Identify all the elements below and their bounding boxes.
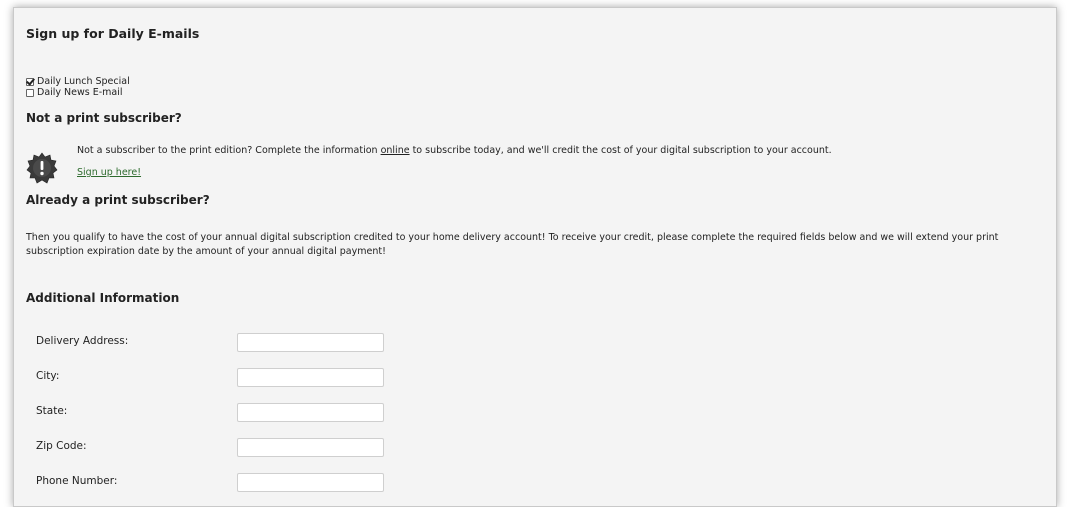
- checkbox-label: Daily Lunch Special: [37, 76, 130, 87]
- phone-number-label: Phone Number:: [36, 475, 118, 487]
- not-subscriber-heading: Not a print subscriber?: [26, 111, 182, 125]
- signup-link-row: Sign up here!: [77, 167, 141, 178]
- sign-up-link[interactable]: Sign up here!: [77, 167, 141, 178]
- zip-code-input[interactable]: [237, 438, 384, 457]
- state-label: State:: [36, 405, 68, 417]
- city-input[interactable]: [237, 368, 384, 387]
- delivery-address-label: Delivery Address:: [36, 335, 129, 347]
- checkbox-icon[interactable]: [26, 77, 34, 86]
- online-link[interactable]: online: [381, 145, 410, 156]
- state-input[interactable]: [237, 403, 384, 422]
- alert-badge-icon: [26, 152, 58, 184]
- checkbox-daily-news[interactable]: Daily News E-mail: [26, 87, 123, 98]
- signup-title: Sign up for Daily E-mails: [26, 26, 200, 41]
- not-subscriber-text-before: Not a subscriber to the print edition? C…: [77, 145, 381, 156]
- city-label: City:: [36, 370, 60, 382]
- checkbox-daily-lunch[interactable]: Daily Lunch Special: [26, 76, 130, 87]
- checkbox-icon[interactable]: [26, 88, 34, 97]
- page-frame: Sign up for Daily E-mails Daily Lunch Sp…: [13, 7, 1057, 507]
- not-subscriber-text-after: to subscribe today, and we'll credit the…: [409, 145, 832, 156]
- already-subscriber-paragraph: Then you qualify to have the cost of you…: [26, 232, 999, 257]
- delivery-address-input[interactable]: [237, 333, 384, 352]
- additional-info-heading: Additional Information: [26, 291, 180, 305]
- zip-code-label: Zip Code:: [36, 440, 87, 452]
- phone-number-input[interactable]: [237, 473, 384, 492]
- already-subscriber-heading: Already a print subscriber?: [26, 193, 210, 207]
- checkbox-label: Daily News E-mail: [37, 87, 123, 98]
- not-subscriber-text: Not a subscriber to the print edition? C…: [77, 145, 832, 156]
